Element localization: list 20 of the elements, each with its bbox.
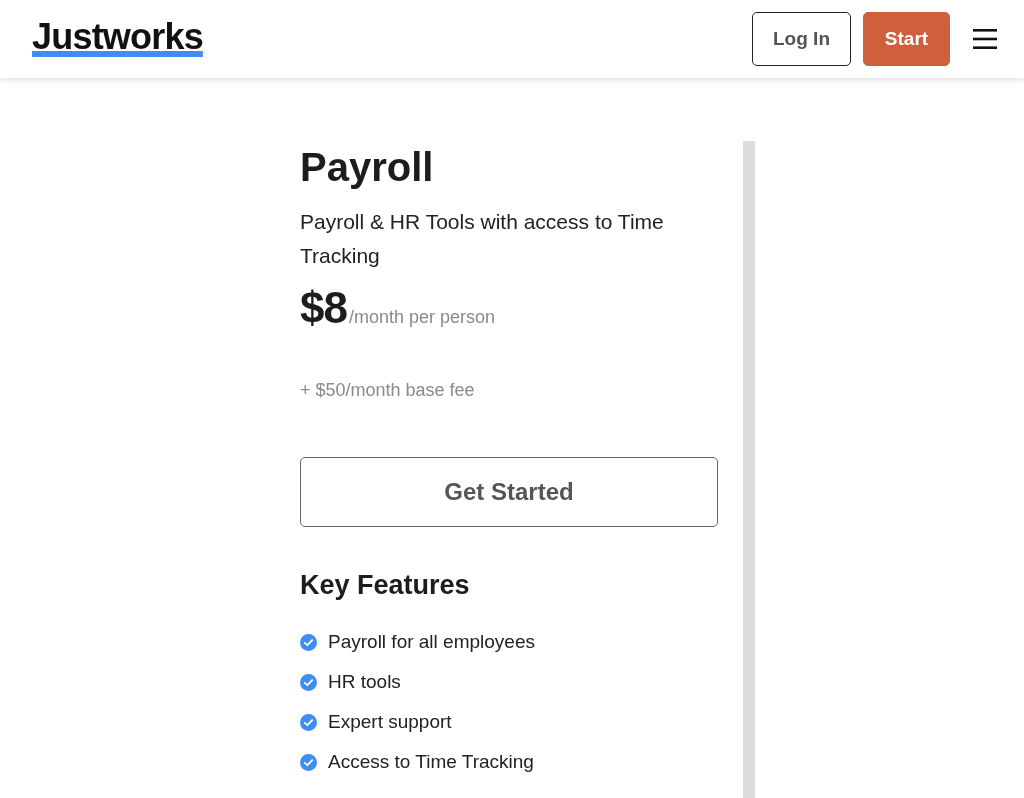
plan-description: Payroll & HR Tools with access to Time Tracking bbox=[300, 209, 665, 269]
plan-title: Payroll bbox=[300, 144, 434, 191]
feature-text: HR tools bbox=[328, 671, 401, 693]
price-unit: /month per person bbox=[348, 307, 496, 328]
menu-icon bbox=[972, 28, 998, 50]
menu-button[interactable] bbox=[972, 28, 998, 50]
check-icon bbox=[300, 713, 317, 731]
feature-text: Expert support bbox=[328, 711, 452, 733]
feature-text: Access to Time Tracking bbox=[328, 751, 534, 773]
feature-text: Payroll for all employees bbox=[328, 631, 535, 653]
start-button[interactable]: Start bbox=[863, 12, 950, 66]
logo[interactable]: Justworks bbox=[32, 16, 203, 58]
check-icon bbox=[300, 673, 317, 691]
check-icon bbox=[300, 633, 317, 651]
check-icon bbox=[300, 753, 317, 771]
price: $8 bbox=[300, 282, 347, 334]
get-started-button[interactable]: Get Started bbox=[300, 457, 718, 527]
base-fee: + $50/month base fee bbox=[300, 379, 475, 402]
features-heading: Key Features bbox=[300, 569, 470, 602]
login-button[interactable]: Log In bbox=[752, 12, 851, 66]
